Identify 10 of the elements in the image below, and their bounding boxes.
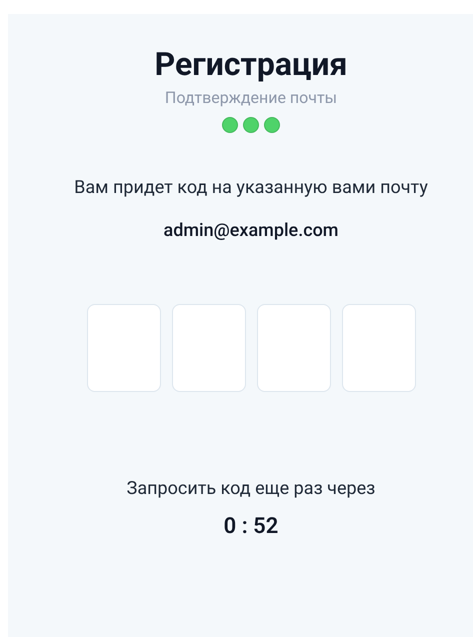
subtitle: Подтверждение почты [164, 87, 338, 109]
code-input-field[interactable] [342, 304, 416, 392]
resend-label: Запросить код еще раз через [126, 477, 376, 501]
instruction-text: Вам придет код на указанную вами почту [73, 176, 429, 200]
code-input-field[interactable] [86, 304, 160, 392]
code-input-field[interactable] [172, 304, 246, 392]
code-input-field[interactable] [256, 304, 330, 392]
page-title: Регистрация [154, 44, 348, 84]
email-address: admin@example.com [164, 219, 338, 243]
countdown-timer: 0 : 52 [224, 513, 278, 541]
